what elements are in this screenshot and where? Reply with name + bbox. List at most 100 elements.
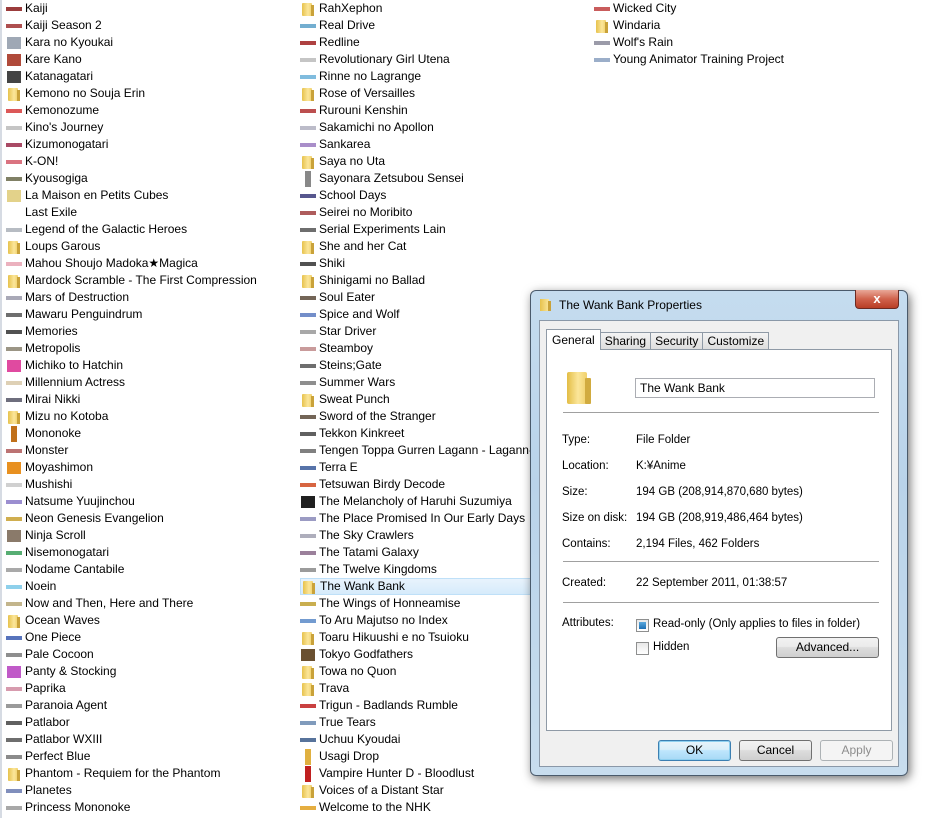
list-item[interactable]: Kemono no Souja Erin xyxy=(6,85,296,102)
list-item[interactable]: Ninja Scroll xyxy=(6,527,296,544)
list-item[interactable]: Mizu no Kotoba xyxy=(6,408,296,425)
list-item[interactable]: Natsume Yuujinchou xyxy=(6,493,296,510)
list-item[interactable]: Ocean Waves xyxy=(6,612,296,629)
list-item[interactable]: Kemonozume xyxy=(6,102,296,119)
list-item[interactable]: Mahou Shoujo Madoka★Magica xyxy=(6,255,296,272)
list-item[interactable]: RahXephon xyxy=(300,0,590,17)
advanced-button[interactable]: Advanced... xyxy=(776,637,879,658)
close-button[interactable]: x xyxy=(855,290,899,309)
list-item[interactable]: Kaiji xyxy=(6,0,296,17)
list-item[interactable]: Patlabor xyxy=(6,714,296,731)
list-item[interactable]: Sayonara Zetsubou Sensei xyxy=(300,170,590,187)
thumbnail-icon xyxy=(6,630,22,646)
list-item[interactable]: Wolf's Rain xyxy=(594,34,884,51)
list-item[interactable]: La Maison en Petits Cubes xyxy=(6,187,296,204)
item-label: Noein xyxy=(25,579,57,593)
list-item[interactable]: Sakamichi no Apollon xyxy=(300,119,590,136)
list-item[interactable]: School Days xyxy=(300,187,590,204)
list-item[interactable]: Shiki xyxy=(300,255,590,272)
list-item[interactable]: Planetes xyxy=(6,782,296,799)
list-item[interactable]: Perfect Blue xyxy=(6,748,296,765)
list-item[interactable]: Revolutionary Girl Utena xyxy=(300,51,590,68)
list-item[interactable]: Mononoke xyxy=(6,425,296,442)
list-item[interactable]: Paprika xyxy=(6,680,296,697)
list-item[interactable]: Nisemonogatari xyxy=(6,544,296,561)
list-item[interactable]: Michiko to Hatchin xyxy=(6,357,296,374)
tab-customize[interactable]: Customize xyxy=(702,332,770,350)
list-item[interactable]: Windaria xyxy=(594,17,884,34)
list-item[interactable]: Noein xyxy=(6,578,296,595)
list-item[interactable]: One Piece xyxy=(6,629,296,646)
list-item[interactable]: Paranoia Agent xyxy=(6,697,296,714)
item-label: Tekkon Kinkreet xyxy=(319,426,405,440)
ok-button[interactable]: OK xyxy=(658,740,731,761)
list-item[interactable]: Moyashimon xyxy=(6,459,296,476)
list-item[interactable]: Serial Experiments Lain xyxy=(300,221,590,238)
list-item[interactable]: Kino's Journey xyxy=(6,119,296,136)
thumbnail-icon xyxy=(6,35,22,51)
list-item[interactable]: Katanagatari xyxy=(6,68,296,85)
thumbnail-icon xyxy=(6,392,22,408)
list-item[interactable]: Saya no Uta xyxy=(300,153,590,170)
list-item[interactable]: Rose of Versailles xyxy=(300,85,590,102)
list-item[interactable]: Seirei no Moribito xyxy=(300,204,590,221)
list-item[interactable]: Nodame Cantabile xyxy=(6,561,296,578)
item-label: Wicked City xyxy=(613,1,677,15)
apply-button[interactable]: Apply xyxy=(820,740,893,761)
list-item[interactable]: Princess Mononoke xyxy=(6,799,296,816)
list-item[interactable]: Sankarea xyxy=(300,136,590,153)
list-item[interactable]: Loups Garous xyxy=(6,238,296,255)
list-item[interactable]: Pale Cocoon xyxy=(6,646,296,663)
list-item[interactable]: Rinne no Lagrange xyxy=(300,68,590,85)
list-item[interactable]: Mawaru Penguindrum xyxy=(6,306,296,323)
list-item[interactable]: Millennium Actress xyxy=(6,374,296,391)
hidden-checkbox[interactable] xyxy=(636,642,649,655)
readonly-label[interactable]: Read-only (Only applies to files in fold… xyxy=(653,618,860,630)
item-label: The Wings of Honneamise xyxy=(319,596,461,610)
list-item[interactable]: Neon Genesis Evangelion xyxy=(6,510,296,527)
list-item[interactable]: Mardock Scramble - The First Compression xyxy=(6,272,296,289)
list-item[interactable]: Welcome to the NHK xyxy=(300,799,590,816)
list-item[interactable]: Patlabor WXIII xyxy=(6,731,296,748)
list-item[interactable]: Kizumonogatari xyxy=(6,136,296,153)
list-item[interactable]: Monster xyxy=(6,442,296,459)
tab-sharing[interactable]: Sharing xyxy=(599,332,652,350)
list-item[interactable]: Memories xyxy=(6,323,296,340)
list-item[interactable]: Metropolis xyxy=(6,340,296,357)
properties-dialog: The Wank Bank Properties x General Shari… xyxy=(530,290,908,776)
list-item[interactable]: Redline xyxy=(300,34,590,51)
thumbnail-icon xyxy=(300,748,316,765)
list-item[interactable]: Now and Then, Here and There xyxy=(6,595,296,612)
list-item[interactable]: Phantom - Requiem for the Phantom xyxy=(6,765,296,782)
tab-security[interactable]: Security xyxy=(650,332,704,350)
item-label: Paranoia Agent xyxy=(25,698,108,712)
list-item[interactable]: Kara no Kyoukai xyxy=(6,34,296,51)
readonly-checkbox[interactable] xyxy=(636,619,649,632)
list-item[interactable]: Mirai Nikki xyxy=(6,391,296,408)
list-item[interactable]: Wicked City xyxy=(594,0,884,17)
cancel-button[interactable]: Cancel xyxy=(739,740,812,761)
list-item[interactable]: Voices of a Distant Star xyxy=(300,782,590,799)
list-item[interactable]: Legend of the Galactic Heroes xyxy=(6,221,296,238)
thumbnail-icon xyxy=(6,494,22,510)
list-item[interactable]: Real Drive xyxy=(300,17,590,34)
thumbnail-icon xyxy=(300,800,316,816)
list-item[interactable]: Rurouni Kenshin xyxy=(300,102,590,119)
list-item[interactable]: She and her Cat xyxy=(300,238,590,255)
dialog-titlebar[interactable]: The Wank Bank Properties x xyxy=(531,290,907,319)
list-item[interactable]: Last Exile xyxy=(6,204,296,221)
list-item[interactable]: Kaiji Season 2 xyxy=(6,17,296,34)
tab-general[interactable]: General xyxy=(546,329,601,350)
list-item[interactable]: Kare Kano xyxy=(6,51,296,68)
folder-icon xyxy=(563,370,597,406)
list-item[interactable]: Young Animator Training Project xyxy=(594,51,884,68)
list-item[interactable]: Shinigami no Ballad xyxy=(300,272,590,289)
hidden-label[interactable]: Hidden xyxy=(653,641,689,653)
item-label: Kyousogiga xyxy=(25,171,88,185)
list-item[interactable]: Panty & Stocking xyxy=(6,663,296,680)
list-item[interactable]: K-ON! xyxy=(6,153,296,170)
folder-name-input[interactable] xyxy=(635,378,875,398)
list-item[interactable]: Kyousogiga xyxy=(6,170,296,187)
list-item[interactable]: Mushishi xyxy=(6,476,296,493)
list-item[interactable]: Mars of Destruction xyxy=(6,289,296,306)
